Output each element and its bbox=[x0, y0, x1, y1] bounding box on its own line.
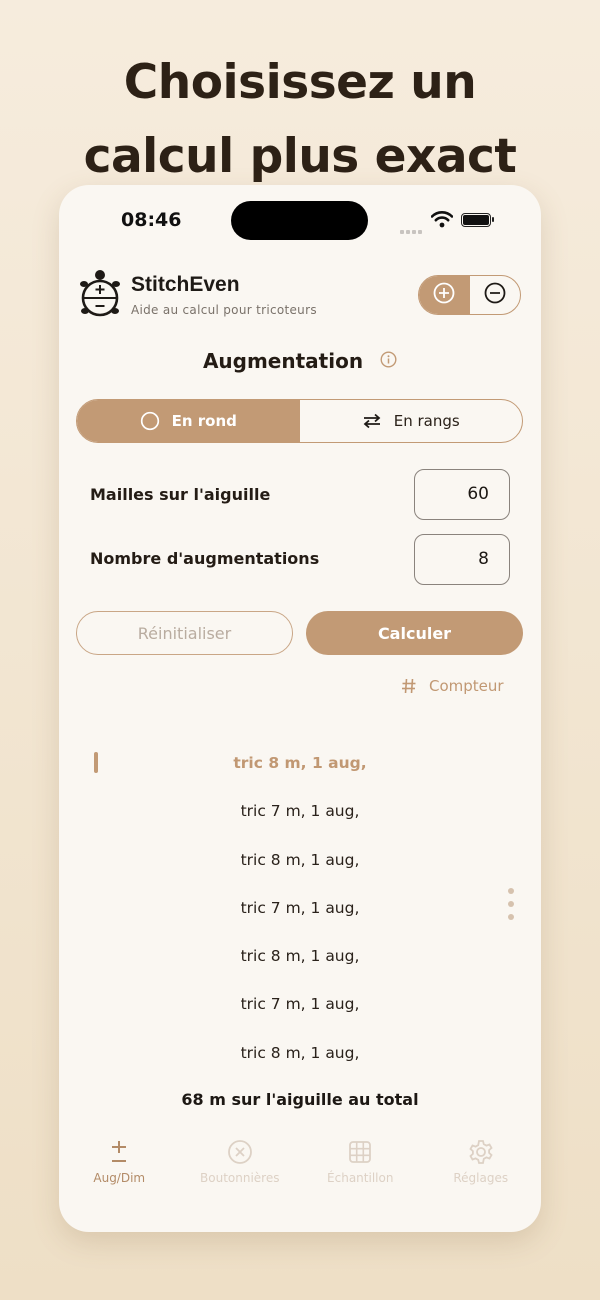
circle-icon bbox=[140, 411, 160, 431]
status-time: 08:46 bbox=[121, 209, 182, 231]
increases-input[interactable]: 8 bbox=[414, 534, 510, 585]
headline-line-2: calcul plus exact bbox=[83, 129, 517, 184]
increases-label: Nombre d'augmentations bbox=[90, 549, 320, 568]
stitches-input[interactable]: 60 bbox=[414, 469, 510, 520]
status-bar: 08:46 bbox=[59, 185, 541, 255]
reset-button[interactable]: Réinitialiser bbox=[76, 611, 293, 655]
turtle-calculator-logo-icon bbox=[79, 269, 121, 323]
mode-in-the-round-label: En rond bbox=[171, 412, 237, 430]
total-stitches: 68 m sur l'aiguille au total bbox=[181, 1090, 419, 1109]
phone-screen: 08:46 StitchEven Aide au calcul pour tri… bbox=[59, 185, 541, 1232]
increase-decrease-toggle bbox=[418, 275, 521, 315]
list-item[interactable]: tric 7 m, 1 aug, bbox=[59, 986, 541, 1034]
dynamic-island bbox=[231, 201, 368, 240]
section-title-text: Augmentation bbox=[202, 348, 364, 373]
decrease-mode-button[interactable] bbox=[470, 276, 521, 314]
cellular-signal-icon bbox=[400, 219, 424, 238]
tab-gauge[interactable]: Échantillon bbox=[300, 1137, 421, 1197]
section-title: Augmentation bbox=[59, 347, 541, 373]
app-title: StitchEven bbox=[131, 273, 240, 296]
increase-mode-button[interactable] bbox=[419, 276, 470, 314]
knitting-mode-selector: En rond En rangs bbox=[76, 399, 523, 443]
calculate-button[interactable]: Calculer bbox=[306, 611, 523, 655]
buttonhole-icon bbox=[227, 1137, 253, 1167]
minus-circle-icon bbox=[484, 282, 506, 308]
info-icon[interactable] bbox=[380, 349, 397, 373]
hash-icon bbox=[401, 678, 417, 694]
tab-aug-dim[interactable]: Aug/Dim bbox=[59, 1137, 180, 1197]
more-options-icon[interactable] bbox=[508, 888, 514, 927]
marketing-headline: Choisissez un calcul plus exact bbox=[0, 46, 600, 194]
tab-buttonholes[interactable]: Boutonnières bbox=[180, 1137, 301, 1197]
grid-icon bbox=[348, 1137, 372, 1167]
wifi-icon bbox=[430, 210, 454, 232]
tab-settings-label: Réglages bbox=[453, 1171, 509, 1185]
mode-flat-rows-label: En rangs bbox=[393, 412, 460, 430]
plus-circle-icon bbox=[433, 282, 455, 308]
swap-arrows-icon bbox=[362, 413, 382, 429]
mode-flat-rows[interactable]: En rangs bbox=[300, 400, 523, 442]
instruction-list: tric 8 m, 1 aug, tric 7 m, 1 aug, tric 8… bbox=[59, 745, 541, 1083]
list-item[interactable]: tric 8 m, 1 aug, bbox=[59, 745, 541, 793]
gear-icon bbox=[468, 1137, 494, 1167]
app-header: StitchEven Aide au calcul pour tricoteur… bbox=[79, 269, 521, 325]
stitches-label: Mailles sur l'aiguille bbox=[90, 485, 271, 504]
battery-icon bbox=[461, 213, 494, 227]
counter-button[interactable]: Compteur bbox=[401, 677, 504, 695]
list-item[interactable]: tric 7 m, 1 aug, bbox=[59, 890, 541, 938]
mode-in-the-round[interactable]: En rond bbox=[77, 400, 300, 442]
tab-aug-dim-label: Aug/Dim bbox=[93, 1171, 146, 1185]
list-item[interactable]: tric 8 m, 1 aug, bbox=[59, 842, 541, 890]
headline-line-1: Choisissez un bbox=[123, 55, 477, 110]
tab-gauge-label: Échantillon bbox=[327, 1171, 394, 1185]
tab-settings[interactable]: Réglages bbox=[421, 1137, 542, 1197]
tab-buttonholes-label: Boutonnières bbox=[200, 1171, 280, 1185]
list-item[interactable]: tric 7 m, 1 aug, bbox=[59, 793, 541, 841]
tab-bar: Aug/Dim Boutonnières Échantillon Réglage… bbox=[59, 1137, 541, 1197]
counter-label: Compteur bbox=[429, 677, 504, 695]
list-item[interactable]: tric 8 m, 1 aug, bbox=[59, 938, 541, 986]
app-subtitle: Aide au calcul pour tricoteurs bbox=[131, 303, 317, 317]
list-item[interactable]: tric 8 m, 1 aug, bbox=[59, 1035, 541, 1083]
plus-minus-icon bbox=[110, 1137, 128, 1167]
